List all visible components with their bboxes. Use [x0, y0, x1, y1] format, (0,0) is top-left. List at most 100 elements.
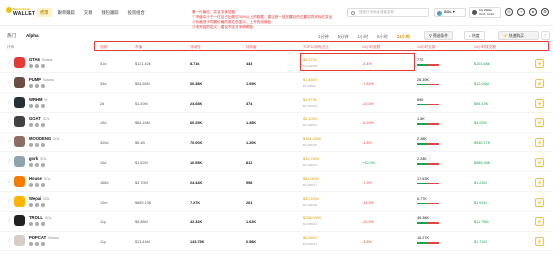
web-icon[interactable] [41, 222, 45, 227]
col-liquidity[interactable]: 流动性 [190, 45, 201, 50]
filter-button[interactable]: ⚲ 筛选条件 [424, 31, 454, 40]
copy-icon[interactable] [29, 242, 33, 247]
copy-icon[interactable] [29, 202, 33, 207]
web-icon[interactable] [41, 123, 45, 128]
settings-icon[interactable]: ⚙ [541, 8, 549, 16]
twitter-icon[interactable] [35, 222, 39, 227]
web-icon[interactable] [41, 64, 45, 68]
table-row[interactable]: ☆ GOAT SOL 19d $84.15M 60.25K 1.38K $9.10… [0, 113, 553, 133]
copy-icon[interactable] [29, 103, 33, 108]
col-tx[interactable]: 24小时交易 [417, 45, 435, 50]
star-icon[interactable]: ☆ [7, 139, 11, 145]
twitter-icon[interactable] [35, 242, 39, 247]
web-icon[interactable] [41, 182, 45, 187]
copy-icon[interactable] [29, 64, 33, 68]
table-row[interactable]: ☆ Wepai SOL 12m $889.13K 7.27K 261 $37.22… [0, 193, 553, 212]
star-icon[interactable]: ☆ [7, 238, 11, 244]
quick-buy-button[interactable]: ⚡ 快速购买 [498, 31, 539, 40]
globe-icon[interactable]: ◎ [505, 8, 513, 16]
token-name[interactable]: Wepai SOL [29, 196, 50, 201]
buy-button[interactable]: ⚡ [535, 158, 544, 167]
buy-button[interactable]: ⚡ [535, 118, 544, 128]
col-age[interactable]: 池龄 [100, 45, 107, 50]
star-icon[interactable]: ☆ [7, 199, 11, 205]
table-row[interactable]: ☆ MOODENG SOL 300d $5.4B 70.00K 1.20K $18… [0, 133, 553, 153]
buy-button[interactable]: ⚡ [535, 197, 544, 207]
buy-button[interactable]: ⚡ [535, 217, 544, 227]
copy-icon[interactable] [29, 123, 33, 128]
web-icon[interactable] [41, 83, 45, 88]
web-icon[interactable] [41, 163, 45, 167]
table-row[interactable]: ☆ WRHM M 2d $1.20M 23.68K 374 $2.0730 $0.… [0, 94, 553, 113]
col-mcap[interactable]: 市值 [135, 45, 142, 50]
web-icon[interactable] [41, 242, 45, 247]
tab-alpha[interactable]: Alpha [26, 33, 39, 39]
web-icon[interactable] [41, 143, 45, 148]
bell-icon[interactable]: ◔ [517, 8, 525, 16]
twitter-icon[interactable] [35, 123, 39, 128]
table-row[interactable]: ☆ TROLL SOL 11y $6.88M 42.32K 1.02K $136.… [0, 212, 553, 232]
twitter-icon[interactable] [35, 143, 39, 148]
more-icon[interactable]: ⋮ [541, 31, 550, 40]
copy-icon[interactable] [29, 143, 33, 148]
tab-5m[interactable]: 5分钟 [338, 34, 349, 40]
star-icon[interactable]: ☆ [7, 119, 11, 125]
twitter-icon[interactable] [35, 182, 39, 187]
chain-selector[interactable]: SOL ▾ [434, 8, 466, 17]
buy-button[interactable]: ⚡ [535, 138, 544, 148]
table-row[interactable]: ☆ POPCAT Solana 11y $13.44M 143.75K 6.58K… [0, 232, 553, 252]
token-name[interactable]: House SOL [29, 176, 51, 181]
twitter-icon[interactable] [35, 64, 39, 68]
col-change[interactable]: 24小时涨跌 [362, 45, 380, 50]
copy-icon[interactable] [29, 163, 33, 167]
copy-icon[interactable] [29, 182, 33, 187]
logo[interactable]: Meme Book WALLET [6, 7, 36, 19]
twitter-icon[interactable] [35, 163, 39, 167]
buy-button[interactable]: ⚡ [535, 59, 544, 68]
star-icon[interactable]: ☆ [7, 159, 11, 165]
buy-button[interactable]: ⚡ [535, 98, 544, 108]
tab-6h[interactable]: 6小时 [377, 34, 388, 40]
col-volume[interactable]: 24小时成交额 [474, 45, 496, 50]
twitter-icon[interactable] [35, 202, 39, 207]
sort-button[interactable]: ↕ 热度 [464, 31, 485, 40]
col-holders[interactable]: 持有者 [246, 45, 257, 50]
star-icon[interactable]: ☆ [7, 179, 11, 185]
table-row[interactable]: ☆ PUMP Solana 39d $54.56M 66.38K 1.09K $1… [0, 74, 553, 94]
buy-button[interactable]: ⚡ [535, 78, 544, 88]
token-name[interactable]: WRHM M [29, 97, 47, 102]
tab-24h[interactable]: 24小时 [397, 34, 410, 40]
table-row[interactable]: ☆ GTA6 Solana 31d $121.42k 8.71k 433 $0.2… [0, 54, 553, 74]
buy-button[interactable]: ⚡ [535, 177, 544, 187]
token-name[interactable]: GOAT SOL [29, 116, 50, 121]
twitter-icon[interactable] [35, 103, 39, 108]
token-name[interactable]: GTA6 Solana [29, 57, 52, 62]
tab-1h[interactable]: 1小时 [357, 34, 368, 40]
twitter-icon[interactable] [35, 83, 39, 88]
search-input[interactable]: 搜索代币地址或者名称 [347, 8, 429, 17]
tab-1m[interactable]: 1分钟 [318, 34, 329, 40]
col-token[interactable]: 代币 [7, 45, 14, 50]
table-row[interactable]: ☆ House SOL 168d $3.70M 24.44K 998 $64.00… [0, 173, 553, 193]
buy-button[interactable]: ⚡ [535, 237, 544, 247]
col-top10[interactable]: TOP10持有占比 [303, 45, 329, 50]
token-name[interactable]: gork SOL [29, 156, 47, 161]
tab-hot[interactable]: 热门 [7, 33, 16, 39]
nav-tokens[interactable]: 代币 [37, 8, 52, 17]
token-name[interactable]: TROLL SOL [29, 215, 52, 220]
nav-trade[interactable]: 交易 [81, 8, 96, 17]
copy-icon[interactable] [29, 83, 33, 88]
token-name[interactable]: MOODENG SOL [29, 136, 60, 141]
nav-copytrade[interactable]: 跟单跟踪 [55, 8, 78, 17]
star-icon[interactable]: ☆ [7, 218, 11, 224]
star-icon[interactable]: ☆ [7, 100, 11, 106]
star-icon[interactable]: ☆ [7, 80, 11, 86]
web-icon[interactable] [41, 103, 45, 108]
token-name[interactable]: POPCAT Solana [29, 235, 59, 240]
copy-icon[interactable] [29, 222, 33, 227]
user-icon[interactable]: ● [529, 8, 537, 16]
table-row[interactable]: ☆ gork SOL 10d $1.62M 16.55K 812 $12.7500… [0, 153, 553, 173]
wallet-button[interactable]: My Wallet 0x3f...b21d [469, 7, 501, 18]
web-icon[interactable] [41, 202, 45, 207]
nav-portfolio[interactable]: 投资组合 [125, 8, 148, 17]
